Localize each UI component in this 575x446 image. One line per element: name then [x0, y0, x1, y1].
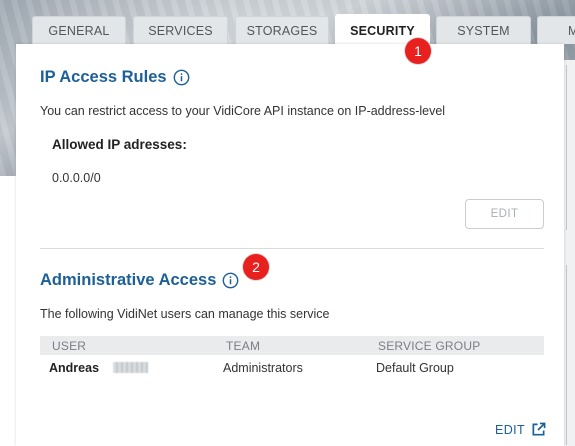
tab-more[interactable]: M: [537, 16, 575, 44]
tab-general[interactable]: GENERAL: [32, 16, 126, 44]
tab-system[interactable]: SYSTEM: [436, 16, 531, 44]
tab-services[interactable]: SERVICES: [133, 16, 228, 44]
admin-access-edit-label: EDIT: [495, 422, 526, 437]
info-icon[interactable]: [173, 69, 190, 86]
ip-access-rules-title: IP Access Rules: [40, 68, 167, 86]
redacted-surname: [113, 362, 148, 373]
tab-storages[interactable]: STORAGES: [235, 16, 329, 44]
ip-rules-edit-button[interactable]: EDIT: [465, 199, 544, 229]
team-cell: Administrators: [223, 361, 303, 375]
callout-badge-2: 2: [243, 254, 269, 280]
info-icon[interactable]: [222, 272, 239, 289]
user-cell: Andreas: [49, 361, 100, 375]
table-header: USER TEAM SERVICE GROUP: [40, 336, 544, 355]
service-group-cell: Default Group: [376, 361, 454, 375]
security-panel: IP Access Rules You can restrict access …: [16, 44, 564, 446]
callout-badge-1: 1: [405, 38, 431, 64]
administrative-access-heading: Administrative Access: [40, 271, 239, 290]
admin-access-edit-link[interactable]: EDIT: [495, 422, 546, 437]
allowed-ip-label: Allowed IP adresses:: [52, 137, 187, 152]
ip-access-description: You can restrict access to your VidiCore…: [40, 104, 446, 118]
column-header-user: USER: [52, 339, 87, 353]
allowed-ip-value: 0.0.0.0/0: [52, 171, 101, 185]
external-link-icon: [532, 422, 546, 436]
section-divider: [40, 248, 544, 249]
administrative-access-description: The following VidiNet users can manage t…: [40, 307, 330, 321]
column-header-team: TEAM: [226, 339, 261, 353]
administrative-access-title: Administrative Access: [40, 271, 217, 289]
ip-access-rules-heading: IP Access Rules: [40, 68, 190, 87]
column-header-service-group: SERVICE GROUP: [378, 339, 481, 353]
